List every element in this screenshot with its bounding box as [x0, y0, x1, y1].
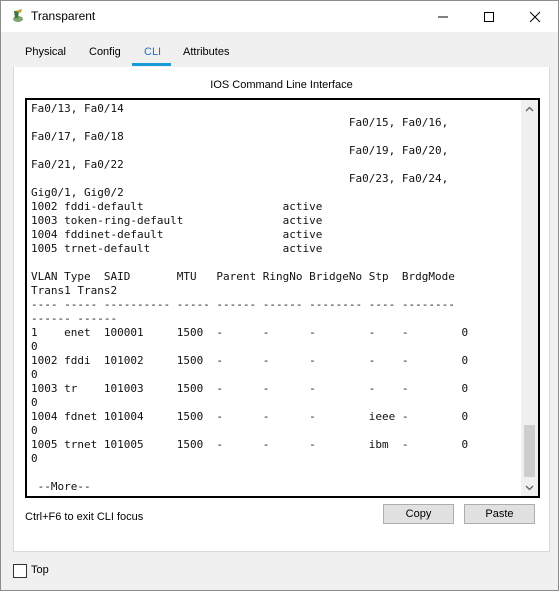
top-checkbox-label: Top [31, 564, 49, 576]
scrollbar-thumb[interactable] [524, 425, 535, 477]
console-scrollbar[interactable] [521, 100, 538, 496]
exit-focus-hint: Ctrl+F6 to exit CLI focus [25, 511, 144, 523]
cli-panel: IOS Command Line Interface Fa0/11, Fa0/1… [13, 67, 550, 552]
minimize-icon [438, 16, 448, 17]
title-bar: Transparent [1, 1, 558, 32]
window-title: Transparent [31, 9, 96, 23]
paste-button[interactable]: Paste [464, 504, 535, 524]
copy-button[interactable]: Copy [383, 504, 454, 524]
maximize-button[interactable] [466, 1, 512, 32]
chevron-up-icon [525, 106, 534, 111]
console-output: Fa0/11, Fa0/12, Fa0/13, Fa0/14 Fa0/15, F… [31, 100, 469, 493]
tab-physical[interactable]: Physical [25, 46, 66, 58]
cli-console[interactable]: Fa0/11, Fa0/12, Fa0/13, Fa0/14 Fa0/15, F… [25, 98, 540, 498]
scroll-down-button[interactable] [521, 479, 538, 496]
router-app-icon [10, 8, 26, 24]
scroll-up-button[interactable] [521, 100, 538, 117]
maximize-icon [484, 11, 494, 22]
close-icon [529, 11, 541, 22]
tab-strip [1, 32, 558, 67]
close-button[interactable] [512, 1, 558, 32]
tab-attributes[interactable]: Attributes [183, 46, 229, 58]
top-checkbox[interactable] [13, 564, 27, 578]
active-tab-indicator [132, 63, 171, 66]
tab-config[interactable]: Config [89, 46, 121, 58]
minimize-button[interactable] [420, 1, 466, 32]
chevron-down-icon [525, 485, 534, 490]
app-window: Transparent Physical Config CLI Attribut… [0, 0, 559, 591]
panel-title: IOS Command Line Interface [210, 79, 353, 91]
tab-cli[interactable]: CLI [144, 46, 161, 58]
